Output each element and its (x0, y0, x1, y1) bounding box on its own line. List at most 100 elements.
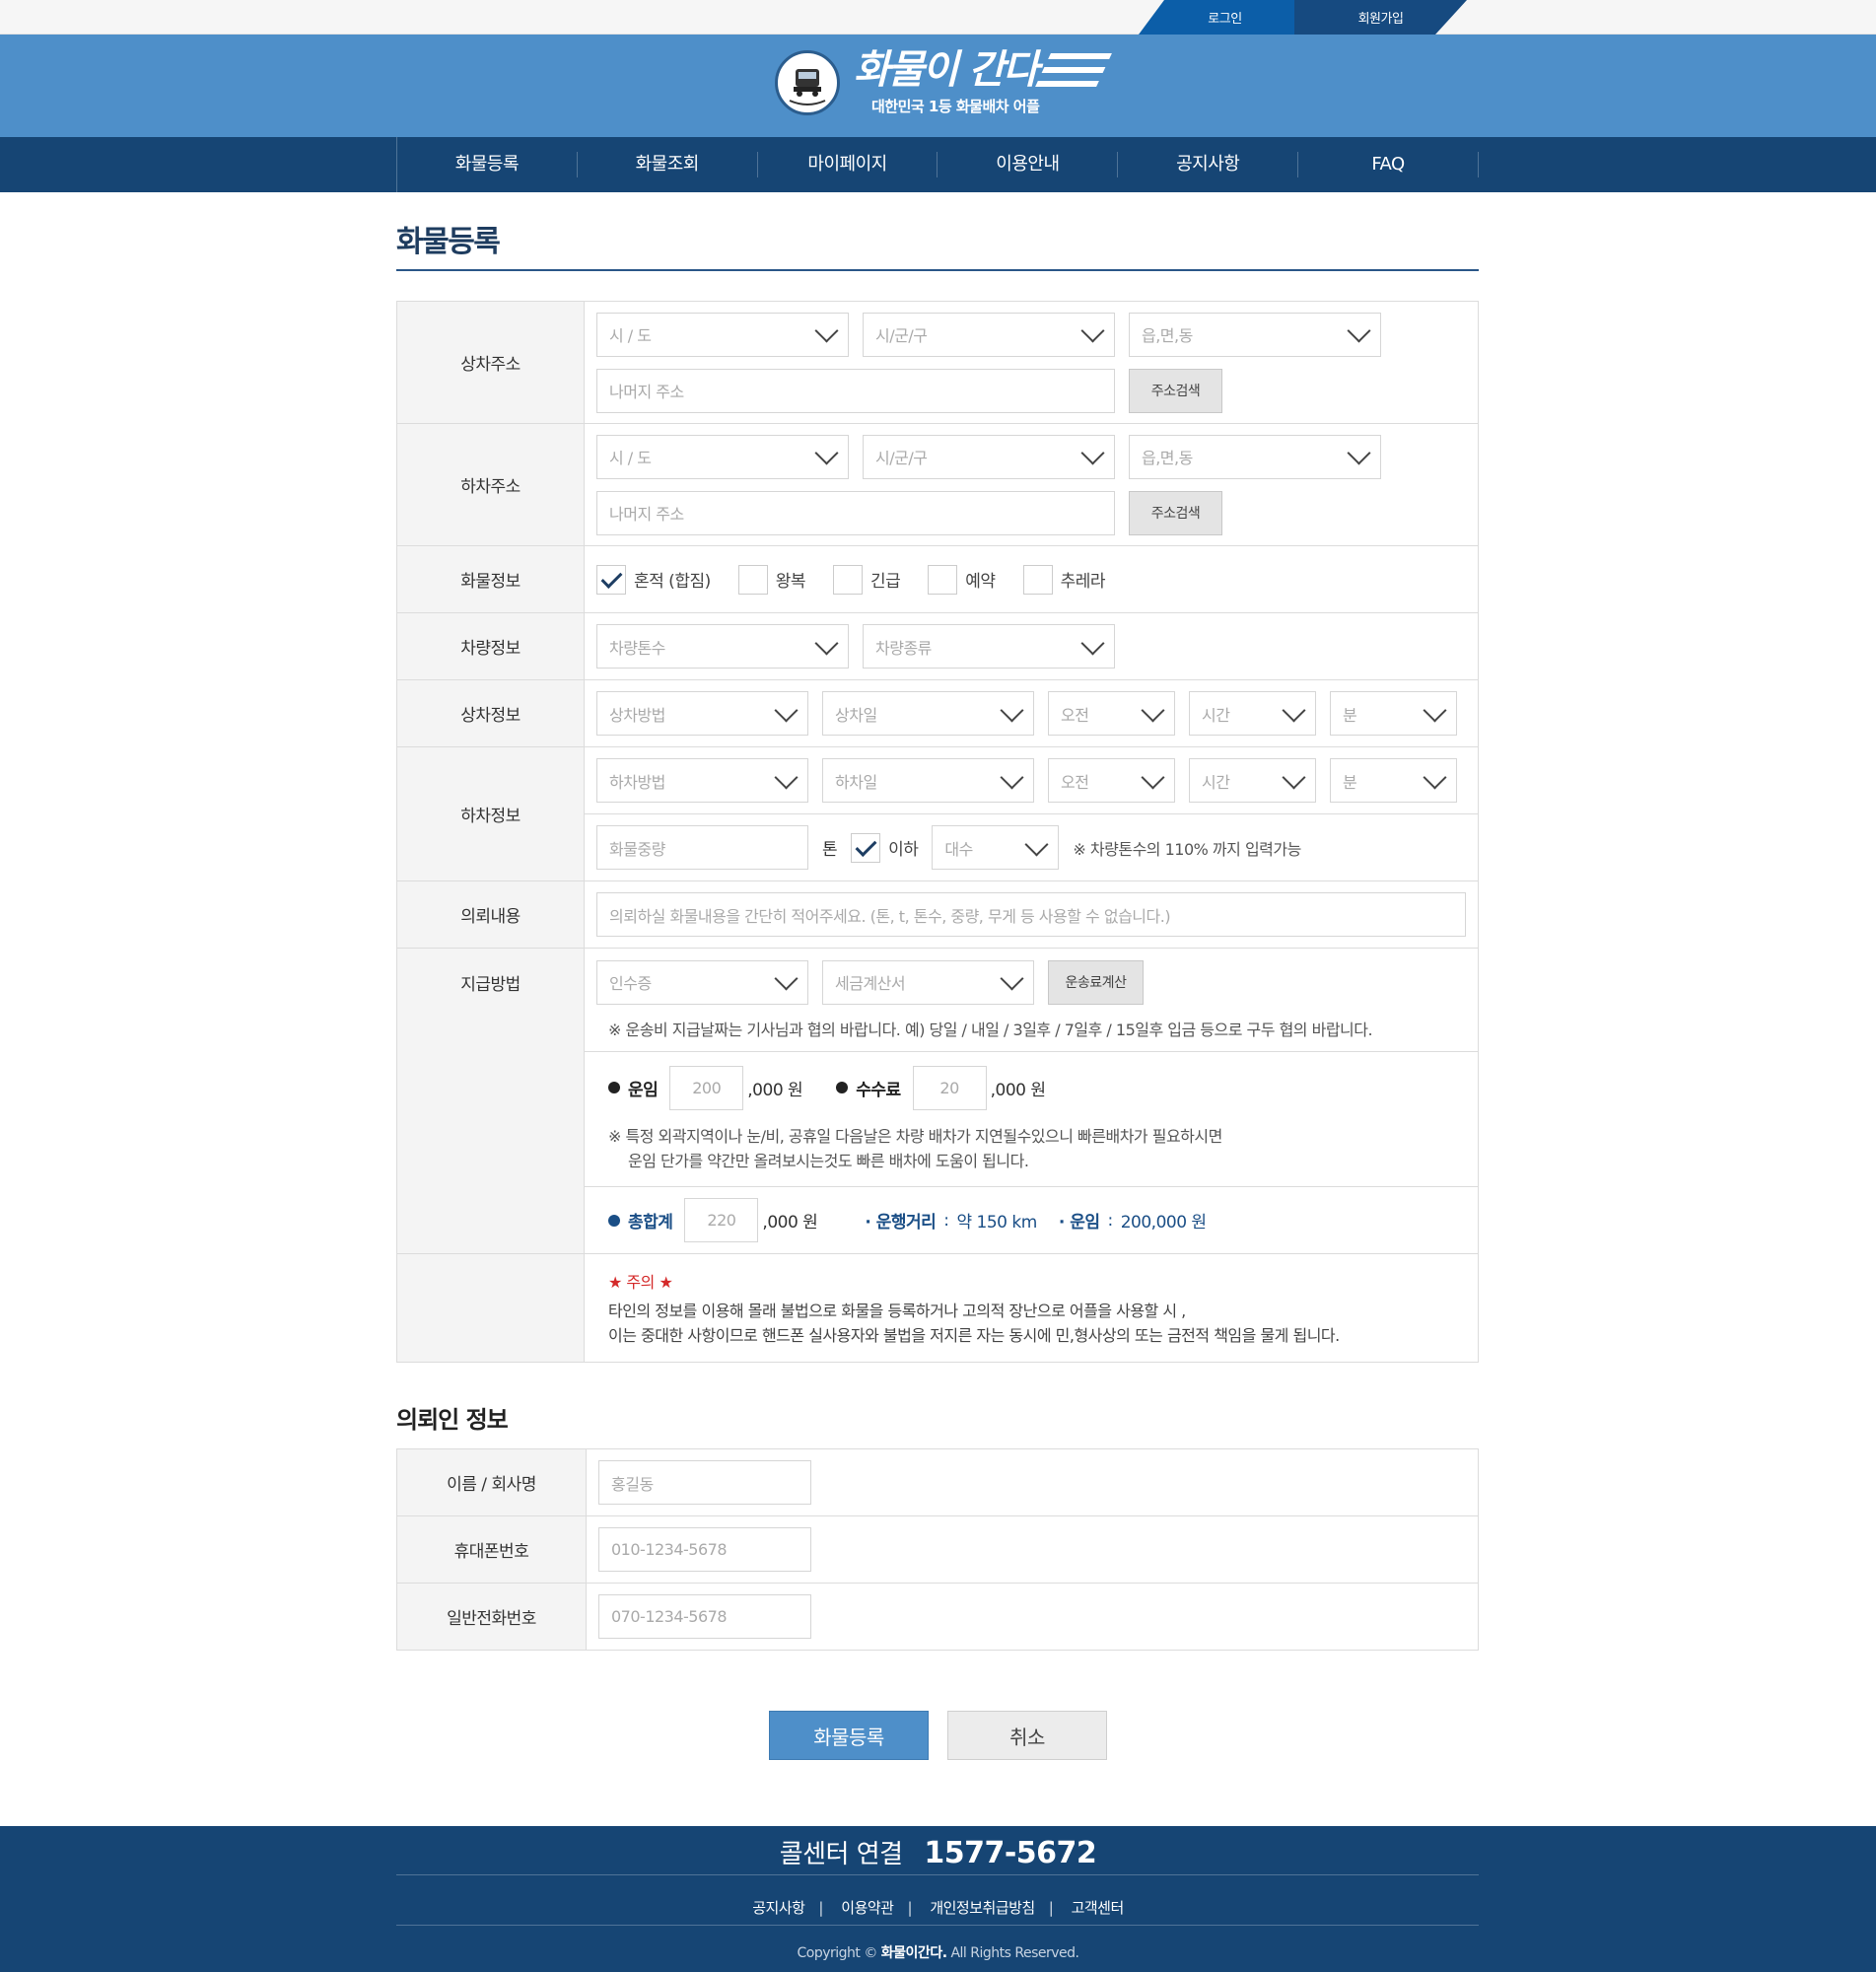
copyright: Copyright © 화물이간다. All Rights Reserved. (797, 1945, 1079, 1961)
fare-input[interactable]: 200 (669, 1065, 744, 1110)
name-input[interactable]: 홍길동 (598, 1460, 811, 1505)
chevron-down-icon (1143, 704, 1162, 724)
loading-rest-address-input[interactable]: 나머지 주소 (596, 368, 1115, 413)
phone-input[interactable]: 070-1234-5678 (598, 1594, 811, 1639)
label-phone: 일반전화번호 (396, 1583, 587, 1651)
call-center-label: 콜센터 연결 (779, 1840, 903, 1869)
nav-guide[interactable]: 이용안내 (938, 152, 1119, 177)
vehicle-count-select[interactable]: 대수 (932, 825, 1060, 870)
label-unloading-info: 하차정보 (396, 746, 585, 881)
checkbox-urgent[interactable]: 긴급 (833, 564, 901, 595)
loading-sido-select[interactable]: 시 / 도 (596, 312, 849, 357)
warning-text: 타인의 정보를 이용해 몰래 불법으로 화물을 등록하거나 고의적 장난으로 어… (608, 1301, 1340, 1345)
footer-link-terms[interactable]: 이용약관 (841, 1899, 894, 1917)
join-link[interactable]: 회원가입 (1294, 0, 1467, 35)
call-center: 콜센터 연결 1577-5672 (0, 1834, 1876, 1870)
fare-unit: ,000 원 (747, 1080, 803, 1100)
footer-link-notice[interactable]: 공지사항 (752, 1899, 805, 1917)
payment-note: ※ 운송비 지급날짜는 기사님과 협의 바랍니다. 예) 당일 / 내일 / 3… (608, 1020, 1373, 1039)
bullet-icon (836, 1082, 849, 1093)
label-loading-info: 상차정보 (396, 679, 585, 747)
loading-ampm-select[interactable]: 오전 (1048, 691, 1175, 736)
chevron-down-icon (816, 637, 836, 657)
loading-sigungu-select[interactable]: 시/군/구 (863, 312, 1115, 357)
chevron-down-icon (1082, 447, 1102, 466)
checkbox-below[interactable]: 이하 (851, 832, 919, 863)
chevron-down-icon (776, 771, 796, 791)
chevron-down-icon (776, 704, 796, 724)
login-link[interactable]: 로그인 (1139, 0, 1311, 35)
footer-link-support[interactable]: 고객센터 (1072, 1899, 1125, 1917)
cancel-button[interactable]: 취소 (947, 1711, 1107, 1760)
unloading-hour-select[interactable]: 시간 (1189, 758, 1316, 803)
loading-address-search-button[interactable]: 주소검색 (1129, 368, 1222, 413)
checkbox-reservation[interactable]: 예약 (928, 564, 996, 595)
requester-section-title: 의뢰인 정보 (396, 1406, 509, 1434)
nav-cargo-register[interactable]: 화물등록 (397, 152, 578, 177)
loading-date-select[interactable]: 상차일 (822, 691, 1034, 736)
total-input[interactable]: 220 (684, 1198, 759, 1242)
chevron-down-icon (1002, 972, 1021, 992)
footer-divider (396, 1874, 1479, 1875)
fare-note: ※ 특정 외곽지역이나 눈/비, 공휴일 다음날은 차량 배차가 지연될수있으니… (608, 1126, 1222, 1170)
unloading-ampm-select[interactable]: 오전 (1048, 758, 1175, 803)
footer-divider (396, 1925, 1479, 1926)
unloading-method-select[interactable]: 하차방법 (596, 758, 808, 803)
total-label: 총합계 (628, 1213, 673, 1232)
bullet-icon (608, 1082, 620, 1093)
chevron-down-icon (1349, 447, 1368, 466)
mobile-input[interactable]: 010-1234-5678 (598, 1527, 811, 1572)
unloading-sigungu-select[interactable]: 시/군/구 (863, 434, 1115, 479)
unloading-address-search-button[interactable]: 주소검색 (1129, 490, 1222, 535)
submit-cargo-button[interactable]: 화물등록 (769, 1711, 929, 1760)
site-header: 화물이 간다 대한민국 1등 화물배차 어플 (0, 35, 1876, 137)
cargo-weight-input[interactable]: 화물중량 (596, 825, 808, 870)
vehicle-tonnage-select[interactable]: 차량톤수 (596, 624, 849, 669)
distance-value: 약 150 km (956, 1213, 1038, 1232)
nav-faq[interactable]: FAQ (1298, 152, 1479, 177)
request-content-input[interactable]: 의뢰하실 화물내용을 간단히 적어주세요. (톤, t, 톤수, 중량, 무게 … (596, 892, 1466, 937)
fee-label: 수수료 (856, 1080, 901, 1100)
site-logo[interactable]: 화물이 간다 대한민국 1등 화물배차 어플 (775, 48, 1112, 116)
requester-form: 이름 / 회사명 홍길동 휴대폰번호 010-1234-5678 일반전화번호 … (396, 1448, 1479, 1651)
chevron-down-icon (1349, 324, 1368, 344)
loading-dong-select[interactable]: 읍,면,동 (1129, 312, 1381, 357)
receipt-select[interactable]: 인수증 (596, 959, 808, 1005)
loading-hour-select[interactable]: 시간 (1189, 691, 1316, 736)
chevron-down-icon (1143, 771, 1162, 791)
nav-mypage[interactable]: 마이페이지 (758, 152, 938, 177)
freight-calc-button[interactable]: 운송료계산 (1048, 959, 1144, 1005)
checkbox-mixed-load[interactable]: 혼적 (합짐) (596, 564, 711, 595)
total-unit: ,000 원 (762, 1213, 818, 1232)
call-center-number[interactable]: 1577-5672 (924, 1836, 1096, 1870)
ton-unit-label: 톤 (822, 840, 838, 860)
nav-notice[interactable]: 공지사항 (1118, 152, 1299, 177)
checkbox-icon (928, 564, 958, 595)
footer-link-privacy[interactable]: 개인정보취급방침 (930, 1899, 1035, 1917)
checkbox-trailer[interactable]: 추레라 (1022, 564, 1106, 595)
fare-label: 운임 (628, 1080, 659, 1100)
warning-title: ★ 주의 ★ (608, 1272, 673, 1292)
unloading-date-select[interactable]: 하차일 (822, 758, 1034, 803)
chevron-down-icon (1026, 838, 1046, 858)
warning-label-cell (396, 1253, 585, 1363)
bullet-icon (608, 1214, 620, 1227)
chevron-down-icon (1284, 771, 1303, 791)
loading-method-select[interactable]: 상차방법 (596, 691, 808, 736)
vehicle-type-select[interactable]: 차량종류 (863, 624, 1115, 669)
site-footer: 콜센터 연결 1577-5672 공지사항 | 이용약관 | 개인정보취급방침 | 고… (0, 1826, 1876, 1972)
loading-minute-select[interactable]: 분 (1330, 691, 1457, 736)
chevron-down-icon (816, 447, 836, 466)
nav-cargo-search[interactable]: 화물조회 (578, 152, 758, 177)
label-unloading-address: 하차주소 (396, 423, 585, 546)
fee-input[interactable]: 20 (912, 1065, 987, 1110)
unloading-minute-select[interactable]: 분 (1330, 758, 1457, 803)
chevron-down-icon (1002, 771, 1021, 791)
label-request: 의뢰내용 (396, 880, 585, 949)
unloading-sido-select[interactable]: 시 / 도 (596, 434, 849, 479)
unloading-rest-address-input[interactable]: 나머지 주소 (596, 490, 1115, 535)
checkbox-round-trip[interactable]: 왕복 (737, 564, 806, 595)
speed-stripes-icon (1035, 53, 1112, 87)
unloading-dong-select[interactable]: 읍,면,동 (1129, 434, 1381, 479)
tax-invoice-select[interactable]: 세금계산서 (822, 959, 1034, 1005)
